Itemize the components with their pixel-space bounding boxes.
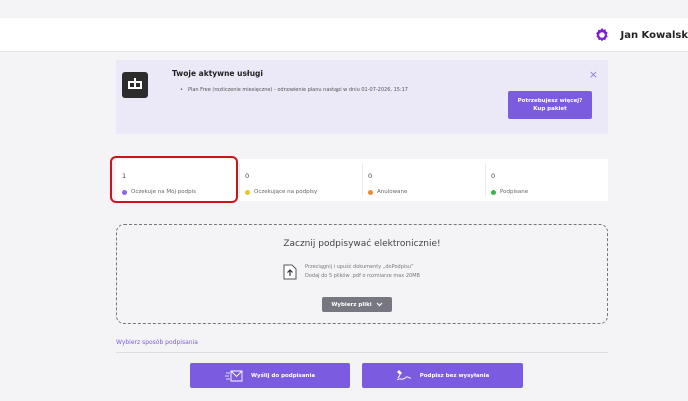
status-count: 0 <box>491 172 496 180</box>
plan-info: Plan Free (rozliczenie miesięczne) - odn… <box>180 87 408 93</box>
dp-logo-icon <box>122 72 148 98</box>
status-dot <box>491 189 496 195</box>
top-bar: Jan Kowalsk <box>0 18 688 52</box>
upload-hint-drag: Przeciągnij i upuść dokumenty „doPodpisu… <box>305 264 414 270</box>
status-cancelled[interactable]: 0 Anulowane <box>362 159 485 201</box>
sign-without-sending-button[interactable]: Podpisz bez wysyłania <box>362 363 523 388</box>
status-count: 0 <box>368 172 373 180</box>
status-dot <box>245 189 250 195</box>
status-count: 0 <box>245 172 250 180</box>
signature-icon <box>396 370 411 381</box>
send-for-signing-button[interactable]: Wyślij do podpisania <box>190 363 350 388</box>
status-signed[interactable]: 0 Podpisane <box>485 159 608 201</box>
close-icon[interactable]: × <box>589 69 598 80</box>
user-menu[interactable]: Jan Kowalsk <box>594 18 688 52</box>
buy-line1: Potrzebujesz więcej? <box>517 97 583 104</box>
status-label: Oczekujące na podpisy <box>254 189 318 195</box>
status-awaiting-signatures[interactable]: 0 Oczekujące na podpisy <box>239 159 362 201</box>
upload-icon <box>283 264 297 280</box>
highlight-annotation <box>110 156 238 203</box>
signing-method-label[interactable]: Wybierz sposób podpisania <box>116 339 198 346</box>
user-name[interactable]: Jan Kowalsk <box>620 30 688 41</box>
chevron-down-icon <box>376 302 383 307</box>
active-services-panel: Twoje aktywne usługi Plan Free (rozlicze… <box>116 60 608 134</box>
services-title: Twoje aktywne usługi <box>172 69 263 78</box>
upload-dropzone[interactable]: Zacznij podpisywać elektronicznie! Przec… <box>116 224 608 324</box>
choose-files-label: Wybierz pliki <box>331 301 372 308</box>
gear-icon[interactable] <box>594 27 610 43</box>
upload-hint-limits: Dodaj do 5 plików .pdf o rozmiarze max 2… <box>305 273 420 279</box>
buy-line2: Kup pakiet <box>533 106 567 112</box>
buy-package-button[interactable]: Potrzebujesz więcej? Kup pakiet <box>508 91 592 119</box>
send-label: Wyślij do podpisania <box>250 372 316 379</box>
choose-files-button[interactable]: Wybierz pliki <box>322 297 392 312</box>
send-icon <box>224 370 243 381</box>
divider <box>116 352 608 353</box>
sign-label: Podpisz bez wysyłania <box>419 372 490 379</box>
upload-title: Zacznij podpisywać elektronicznie! <box>283 239 441 249</box>
status-dot <box>368 189 373 195</box>
status-label: Anulowane <box>377 189 408 195</box>
status-label: Podpisane <box>500 189 529 195</box>
